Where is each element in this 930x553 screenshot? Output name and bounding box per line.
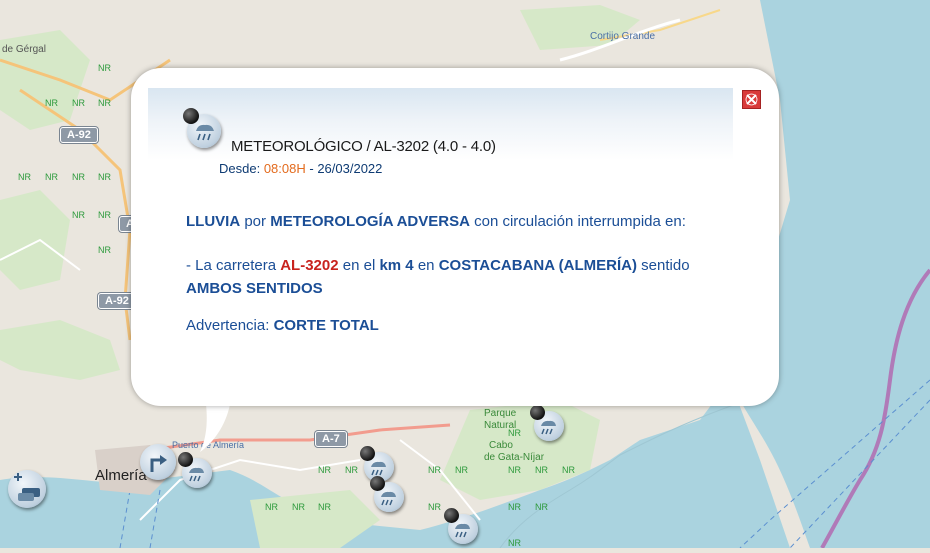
road-shield-a7: A-7 bbox=[315, 431, 347, 447]
nr-label: NR bbox=[45, 172, 58, 182]
warning-value: CORTE TOTAL bbox=[273, 317, 379, 334]
road-prefix: - La carretera bbox=[186, 257, 277, 274]
por-text: por bbox=[244, 213, 267, 230]
nr-label: NR bbox=[535, 502, 548, 512]
km-text: km 4 bbox=[379, 257, 414, 274]
sentido-text: sentido bbox=[641, 257, 690, 274]
nr-label: NR bbox=[428, 465, 441, 475]
nr-label: NR bbox=[345, 465, 358, 475]
map-label-cortijo-grande: Cortijo Grande bbox=[590, 31, 656, 42]
since-time: 08:08H bbox=[263, 161, 306, 176]
nr-label: NR bbox=[18, 172, 31, 182]
nr-label: NR bbox=[292, 502, 305, 512]
nr-label: NR bbox=[318, 465, 331, 475]
nr-label: NR bbox=[562, 465, 575, 475]
map-label-gergal: de Gérgal bbox=[2, 44, 46, 55]
popup-since: Desde: 08:08H - 26/03/2022 bbox=[219, 161, 382, 176]
nr-label: NR bbox=[535, 465, 548, 475]
traffic-marker-icon[interactable] bbox=[8, 470, 46, 508]
reason-text: METEOROLOGÍA ADVERSA bbox=[270, 213, 470, 230]
rain-marker-icon[interactable] bbox=[530, 405, 566, 441]
nr-label: NR bbox=[508, 538, 521, 548]
nr-label: NR bbox=[72, 172, 85, 182]
incident-description: LLUVIA por METEOROLOGÍA ADVERSA con circ… bbox=[186, 213, 686, 230]
nr-label: NR bbox=[455, 465, 468, 475]
warning-label: Advertencia: bbox=[186, 317, 270, 334]
close-button[interactable] bbox=[742, 90, 761, 109]
cause-text: LLUVIA bbox=[186, 213, 241, 230]
road-code: AL-3202 bbox=[280, 257, 339, 274]
rain-marker-icon[interactable] bbox=[178, 452, 214, 488]
nr-label: NR bbox=[98, 172, 111, 182]
nr-label: NR bbox=[508, 502, 521, 512]
since-date: - 26/03/2022 bbox=[309, 161, 383, 176]
nr-label: NR bbox=[508, 465, 521, 475]
place-text: COSTACABANA (ALMERÍA) bbox=[438, 257, 637, 274]
rain-marker-icon[interactable] bbox=[370, 476, 406, 512]
en-el-text: en el bbox=[342, 257, 376, 274]
map-label-cabo: Cabo bbox=[489, 440, 513, 451]
rain-marker-icon[interactable] bbox=[444, 508, 480, 544]
nr-label: NR bbox=[508, 428, 521, 438]
detour-marker-icon[interactable] bbox=[140, 444, 176, 480]
close-icon bbox=[745, 93, 758, 106]
nr-label: NR bbox=[45, 98, 58, 108]
road-shield-a92: A-92 bbox=[60, 127, 98, 143]
nr-label: NR bbox=[72, 210, 85, 220]
nr-label: NR bbox=[98, 98, 111, 108]
rain-weather-icon bbox=[183, 108, 223, 148]
popup-pointer bbox=[200, 404, 230, 452]
direction-text: AMBOS SENTIDOS bbox=[186, 280, 323, 297]
circulation-text: con circulación interrumpida en: bbox=[474, 213, 686, 230]
nr-label: NR bbox=[98, 245, 111, 255]
map-label-almeria: Almería bbox=[95, 467, 147, 484]
nr-label: NR bbox=[98, 210, 111, 220]
nr-label: NR bbox=[428, 502, 441, 512]
nr-label: NR bbox=[72, 98, 85, 108]
map-label-parque: Parque bbox=[484, 408, 517, 419]
incident-popup: METEOROLÓGICO / AL-3202 (4.0 - 4.0) Desd… bbox=[131, 68, 779, 406]
map-label-gata-nijar: de Gata-Níjar bbox=[484, 452, 545, 463]
nr-label: NR bbox=[98, 63, 111, 73]
warning-line: Advertencia: CORTE TOTAL bbox=[186, 317, 379, 334]
since-label: Desde: bbox=[219, 161, 261, 176]
nr-label: NR bbox=[318, 502, 331, 512]
location-description: - La carretera AL-3202 en el km 4 en COS… bbox=[186, 254, 726, 300]
popup-title: METEOROLÓGICO / AL-3202 (4.0 - 4.0) bbox=[231, 138, 496, 155]
nr-label: NR bbox=[265, 502, 278, 512]
en-text: en bbox=[417, 257, 435, 274]
